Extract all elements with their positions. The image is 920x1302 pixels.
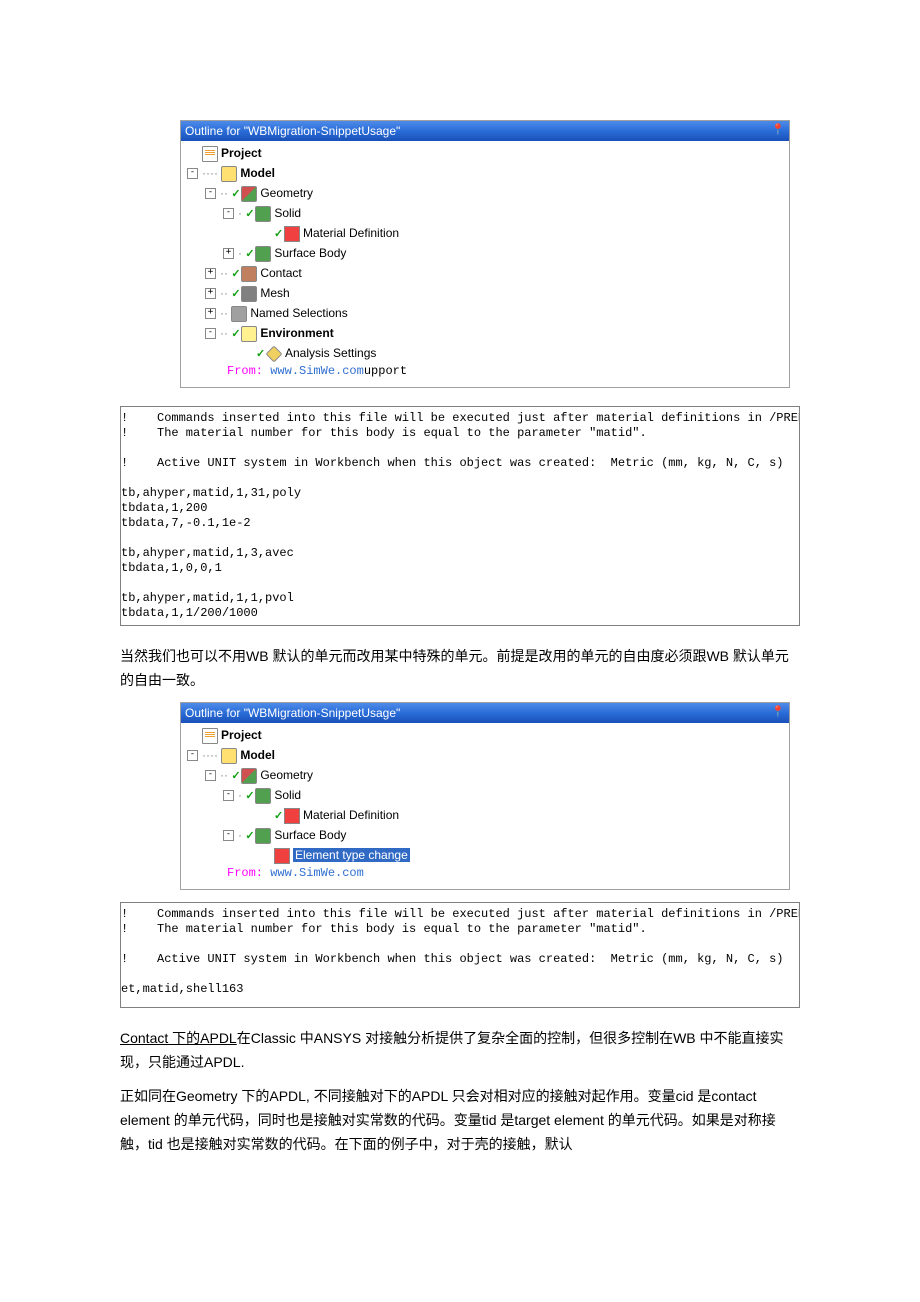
paragraph-3: 正如同在Geometry 下的APDL, 不同接触对下的APDL 只会对相对应的… [120,1084,800,1156]
paragraph-2: Contact 下的APDL在Classic 中ANSYS 对接触分析提供了复杂… [120,1026,800,1074]
code-text-1: ! Commands inserted into this file will … [121,411,800,620]
para3-text: 正如同在Geometry 下的APDL, 不同接触对下的APDL 只会对相对应的… [120,1088,776,1152]
outline-title-text-2: Outline for "WBMigration-SnippetUsage" [185,706,400,720]
outline-title-text: Outline for "WBMigration-SnippetUsage" [185,124,400,138]
code-text-2: ! Commands inserted into this file will … [121,907,800,996]
model-icon [221,748,237,764]
named-label: Named Selections [250,306,347,320]
solid-label: Solid [274,206,301,220]
analysis-icon [266,345,283,362]
selections-icon [231,306,247,322]
expand-icon[interactable]: + [205,268,216,279]
tree-node-solid[interactable]: -· ✓Solid [187,785,789,805]
tree-node-named-selections[interactable]: +·· Named Selections [187,303,789,323]
tree-node-surface-body[interactable]: -· ✓Surface Body [187,825,789,845]
contact-icon [241,266,257,282]
mesh-label: Mesh [260,286,289,300]
tree-node-contact[interactable]: +·· ✓Contact [187,263,789,283]
expand-icon[interactable]: + [223,248,234,259]
collapse-icon[interactable]: - [205,770,216,781]
material-icon [284,808,300,824]
outline-titlebar-2: Outline for "WBMigration-SnippetUsage" 📍 [181,703,789,723]
project-label: Project [221,146,262,160]
page-icon [202,728,218,744]
para1-text: 当然我们也可以不用WB 默认的单元而改用某中特殊的单元。前提是改用的单元的自由度… [120,648,789,688]
tree-node-material-definition[interactable]: ✓Material Definition [187,805,789,825]
outline-titlebar-1: Outline for "WBMigration-SnippetUsage" 📍 [181,121,789,141]
pin-icon[interactable]: 📍 [771,704,785,720]
surfacebody-label: Surface Body [274,246,346,260]
tree-node-surface-body[interactable]: +· ✓Surface Body [187,243,789,263]
pin-icon[interactable]: 📍 [771,122,785,138]
collapse-icon[interactable]: - [205,188,216,199]
matdef-label: Material Definition [303,226,399,240]
environment-icon [241,326,257,342]
outline-tree-1: Project -···· Model -·· ✓Geometry -· ✓So… [181,141,789,387]
analysis-label: Analysis Settings [285,346,376,360]
project-label: Project [221,728,262,742]
surfacebody-label: Surface Body [274,828,346,842]
from-suffix: upport [364,364,407,378]
solid-icon [255,206,271,222]
expand-icon[interactable]: + [205,288,216,299]
contact-label: Contact [260,266,301,280]
material-icon [284,226,300,242]
outline-window-1: Outline for "WBMigration-SnippetUsage" 📍… [180,120,790,388]
collapse-icon[interactable]: - [223,208,234,219]
solid-label: Solid [274,788,301,802]
tree-node-geometry[interactable]: -·· ✓Geometry [187,183,789,203]
body-icon [255,246,271,262]
model-label: Model [240,748,275,762]
code-snippet-2: ! Commands inserted into this file will … [120,902,800,1008]
tree-node-mesh[interactable]: +·· ✓Mesh [187,283,789,303]
tree-node-environment[interactable]: -·· ✓Environment [187,323,789,343]
model-icon [221,166,237,182]
watermark-from: From: www.SimWe.comupport [227,361,789,381]
tree-node-project[interactable]: Project [187,143,789,163]
collapse-icon[interactable]: - [223,830,234,841]
tree-node-geometry[interactable]: -·· ✓Geometry [187,765,789,785]
para2-underline: Contact 下的APDL [120,1030,237,1046]
solid-icon [255,788,271,804]
tree-node-material-definition[interactable]: ✓Material Definition [187,223,789,243]
body-icon [255,828,271,844]
tree-node-analysis[interactable]: ✓Analysis Settings [187,343,789,363]
model-label: Model [240,166,275,180]
tree-node-model[interactable]: -···· Model [187,745,789,765]
from-domain: www.SimWe.com [270,364,364,378]
tree-node-model[interactable]: -···· Model [187,163,789,183]
from-domain: www.SimWe.com [270,866,364,880]
outline-window-2: Outline for "WBMigration-SnippetUsage" 📍… [180,702,790,890]
mesh-icon [241,286,257,302]
tree-node-project[interactable]: Project [187,725,789,745]
collapse-icon[interactable]: - [223,790,234,801]
code-snippet-1: ! Commands inserted into this file will … [120,406,800,626]
matdef-label: Material Definition [303,808,399,822]
collapse-icon[interactable]: - [187,168,198,179]
collapse-icon[interactable]: - [205,328,216,339]
expand-icon[interactable]: + [205,308,216,319]
from-prefix: From: [227,866,270,880]
paragraph-1: 当然我们也可以不用WB 默认的单元而改用某中特殊的单元。前提是改用的单元的自由度… [120,644,800,692]
geometry-icon [241,768,257,784]
tree-node-solid[interactable]: -· ✓Solid [187,203,789,223]
geometry-label: Geometry [260,186,313,200]
tree-node-element-type-change[interactable]: Element type change [187,845,789,865]
snippet-icon [274,848,290,864]
collapse-icon[interactable]: - [187,750,198,761]
geometry-icon [241,186,257,202]
page-icon [202,146,218,162]
elemtype-label: Element type change [293,848,410,862]
outline-tree-2: Project -···· Model -·· ✓Geometry -· ✓So… [181,723,789,889]
watermark-from-2: From: www.SimWe.com [227,863,789,883]
from-prefix: From: [227,364,270,378]
geometry-label: Geometry [260,768,313,782]
env-label: Environment [260,326,333,340]
